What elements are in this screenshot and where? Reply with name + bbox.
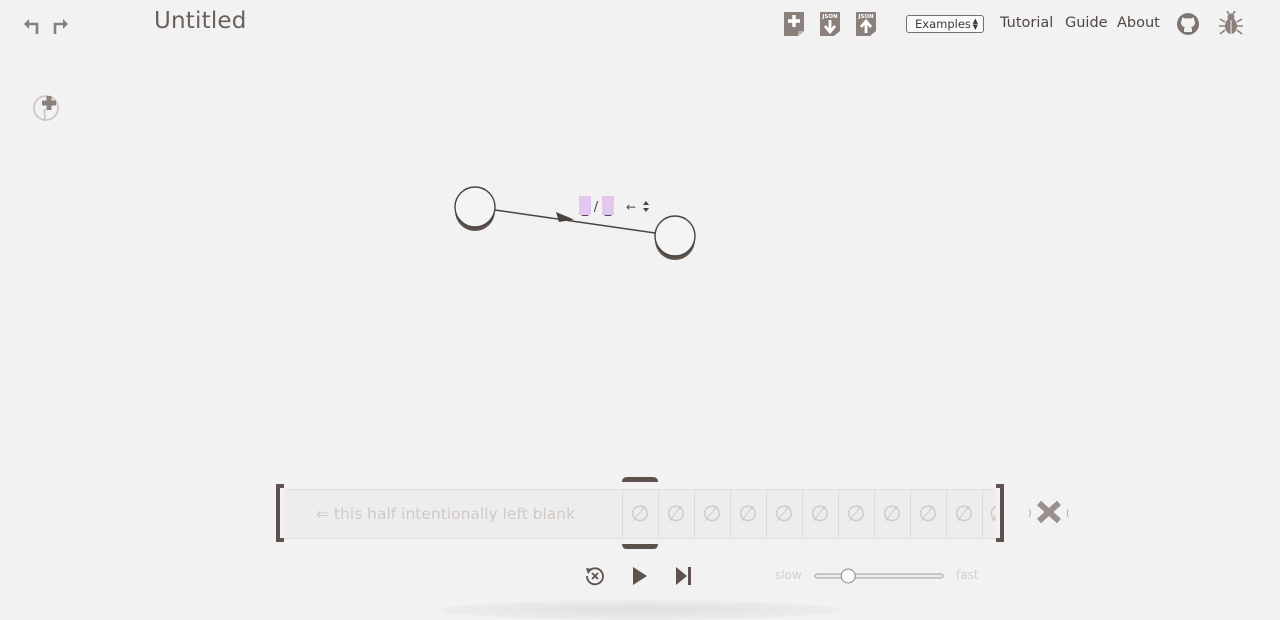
export-json-label: JSON: [821, 14, 838, 20]
import-json-label: JSON: [857, 14, 874, 20]
nav-link-about[interactable]: About: [1117, 15, 1160, 31]
add-state-icon[interactable]: [30, 92, 64, 124]
tape-cell[interactable]: ∅: [730, 490, 765, 538]
svg-text:(: (: [1066, 509, 1070, 519]
tape-cell[interactable]: ∅: [910, 490, 945, 538]
tape-cell[interactable]: ∅: [694, 490, 729, 538]
state-node-start[interactable]: [454, 186, 496, 231]
tape-cell[interactable]: ∅: [658, 490, 693, 538]
bug-report-icon[interactable]: [1219, 11, 1243, 37]
examples-select-label: Examples: [915, 17, 971, 31]
speed-slider-thumb[interactable]: [840, 568, 856, 584]
examples-select[interactable]: Examples ▲ ▼: [906, 15, 984, 33]
new-document-icon[interactable]: [783, 11, 805, 37]
tape-cell[interactable]: ∅: [802, 490, 837, 538]
redo-icon[interactable]: [50, 14, 72, 38]
tape-cell[interactable]: ∅: [946, 490, 981, 538]
speed-slider[interactable]: [814, 568, 944, 584]
tape-cell[interactable]: ∅: [766, 490, 801, 538]
tape-blank-note: ⇐ this half intentionally left blank: [316, 505, 576, 523]
speed-fast-label: fast: [956, 568, 979, 582]
step-icon[interactable]: [674, 566, 694, 586]
read-symbol: _: [581, 202, 589, 217]
move-direction[interactable]: ←: [626, 200, 636, 214]
github-icon[interactable]: [1176, 12, 1200, 36]
tape-cell[interactable]: ∅: [838, 490, 873, 538]
export-json-icon[interactable]: JSON: [819, 11, 841, 37]
undo-icon[interactable]: [20, 14, 42, 38]
tape-cell[interactable]: ∅: [874, 490, 909, 538]
play-icon[interactable]: [630, 566, 650, 586]
speed-slow-label: slow: [775, 568, 802, 582]
reset-icon[interactable]: [584, 565, 606, 587]
nav-link-tutorial[interactable]: Tutorial: [1000, 15, 1053, 31]
import-json-icon[interactable]: JSON: [855, 11, 877, 37]
svg-text:): ): [1028, 509, 1032, 519]
direction-toggle-icon[interactable]: [643, 201, 649, 212]
document-title[interactable]: Untitled: [154, 8, 247, 34]
nav-link-guide[interactable]: Guide: [1065, 15, 1108, 31]
state-diagram: _ / _ ←: [454, 186, 696, 260]
footer-shadow: [440, 600, 840, 620]
state-node-end[interactable]: [654, 215, 696, 260]
write-symbol: _: [604, 202, 612, 217]
tape-head-marker: [622, 477, 658, 549]
transition-separator: /: [594, 200, 599, 215]
tape-cell[interactable]: ∅: [982, 490, 996, 538]
clear-tape-icon[interactable]: ) (: [1028, 498, 1072, 526]
select-arrows-icon: ▲ ▼: [972, 17, 978, 31]
